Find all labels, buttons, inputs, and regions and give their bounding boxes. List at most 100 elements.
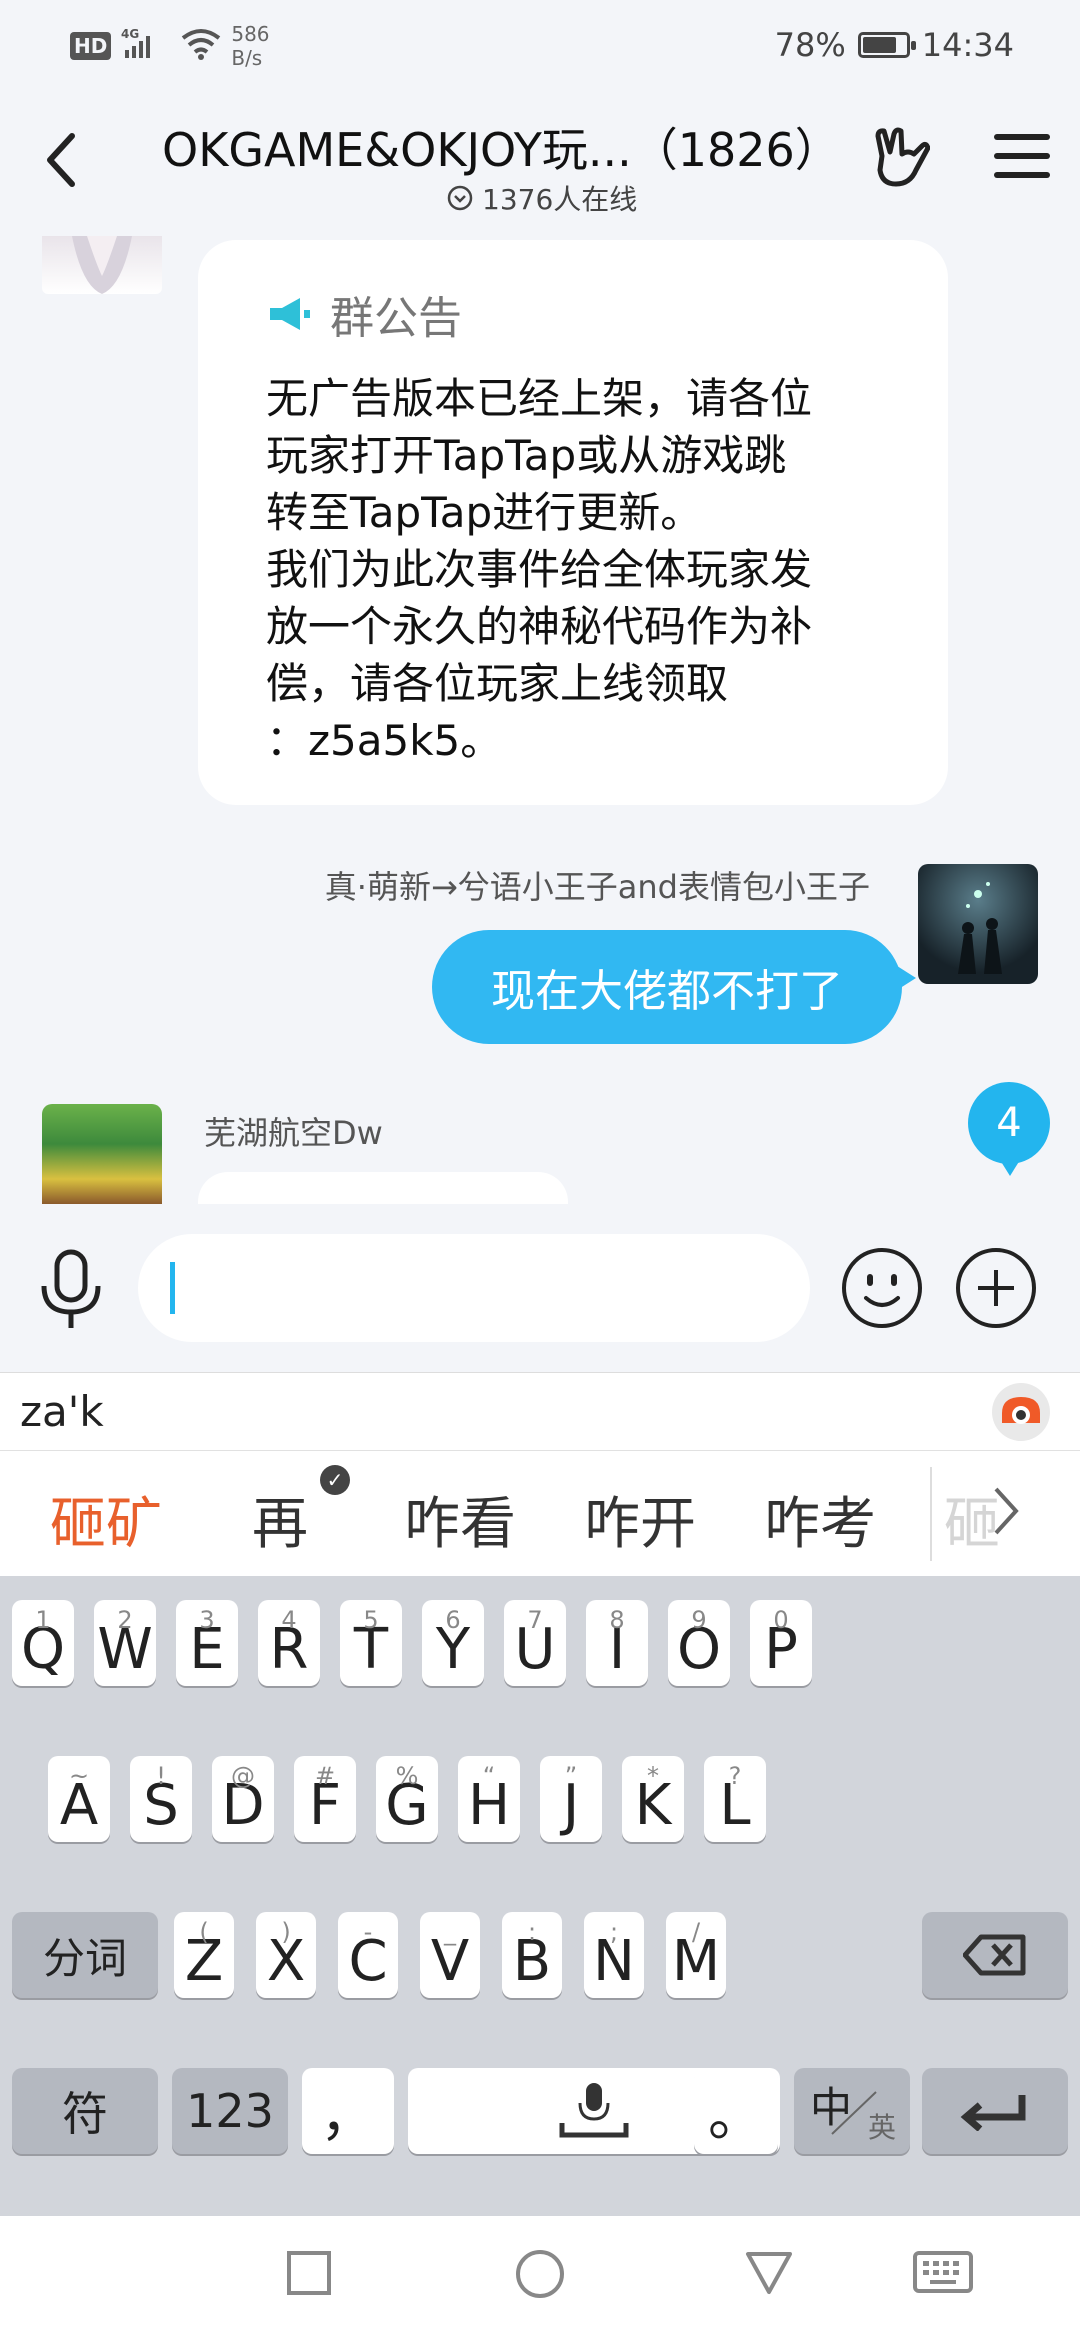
candidate-divider bbox=[930, 1467, 932, 1561]
candidate-3[interactable]: 咋看 bbox=[404, 1479, 516, 1560]
chevron-right-icon[interactable] bbox=[986, 1481, 1026, 1541]
key-t[interactable]: 5T bbox=[340, 1600, 402, 1686]
avatar[interactable] bbox=[42, 236, 162, 294]
candidate-5[interactable]: 咋考 bbox=[764, 1479, 876, 1560]
key-hint: 8 bbox=[609, 1606, 625, 1634]
language-toggle-key[interactable]: 中 英 bbox=[794, 2068, 910, 2154]
enter-key[interactable] bbox=[922, 2068, 1068, 2154]
key-hint: 1 bbox=[35, 1606, 51, 1634]
incoming-message[interactable] bbox=[198, 1172, 568, 1204]
back-arrow-icon[interactable] bbox=[40, 130, 90, 190]
megaphone-icon bbox=[270, 298, 310, 330]
key-hint: * bbox=[647, 1762, 659, 1790]
clock: 14:34 bbox=[921, 26, 1014, 64]
key-hint: ( bbox=[199, 1918, 209, 1946]
key-i[interactable]: 8I bbox=[586, 1600, 648, 1686]
key-hint: _ bbox=[444, 1918, 456, 1946]
period-key[interactable]: 。 bbox=[694, 2068, 778, 2154]
ime-logo-icon[interactable] bbox=[992, 1383, 1050, 1441]
outgoing-message[interactable]: 现在大佬都不打了 bbox=[432, 930, 916, 1044]
key-p[interactable]: 0P bbox=[750, 1600, 812, 1686]
key-hint: ; bbox=[609, 1918, 619, 1946]
key-n[interactable]: ; N bbox=[584, 1912, 644, 1998]
backspace-key[interactable] bbox=[922, 1912, 1068, 1998]
avatar[interactable] bbox=[918, 864, 1038, 984]
key-o[interactable]: 9O bbox=[668, 1600, 730, 1686]
key-r[interactable]: 4R bbox=[258, 1600, 320, 1686]
message-input[interactable] bbox=[138, 1234, 810, 1342]
comma-key[interactable]: ， bbox=[302, 2068, 394, 2154]
key-hint: 3 bbox=[199, 1606, 215, 1634]
comma-key-label: ， bbox=[320, 2083, 376, 2149]
wifi-icon bbox=[181, 28, 221, 64]
online-count[interactable]: 1376人在线 bbox=[446, 178, 637, 218]
key-hint: : bbox=[527, 1918, 537, 1946]
key-g[interactable]: % G bbox=[376, 1756, 438, 1842]
key-k[interactable]: * K bbox=[622, 1756, 684, 1842]
ime-composing-bar: za'k bbox=[0, 1372, 1080, 1450]
enter-icon bbox=[960, 2095, 1026, 2131]
status-bar: HD 4G 586 B/s 78% 14:34 bbox=[0, 0, 1080, 88]
recent-apps-icon[interactable] bbox=[286, 2250, 332, 2296]
key-e[interactable]: 3E bbox=[176, 1600, 238, 1686]
key-b[interactable]: :B bbox=[502, 1912, 562, 1998]
candidate-2[interactable]: 再 bbox=[252, 1479, 308, 1560]
key-y[interactable]: 6Y bbox=[422, 1600, 484, 1686]
key-x[interactable]: ) X bbox=[256, 1912, 316, 1998]
chat-header: OKGAME&OKJOY玩...（1826） 1376人在线 bbox=[0, 100, 1080, 220]
menu-icon[interactable] bbox=[994, 134, 1050, 184]
key-z[interactable]: (Z bbox=[174, 1912, 234, 1998]
microphone-icon bbox=[559, 2083, 629, 2138]
key-hint: ” bbox=[564, 1762, 578, 1790]
group-notice-card[interactable]: 群公告 无广告版本已经上架，请各位 玩家打开TapTap或从游戏跳 转至TapT… bbox=[198, 240, 948, 805]
key-hint: 5 bbox=[363, 1606, 379, 1634]
key-m[interactable]: / M bbox=[666, 1912, 726, 1998]
key-hint: ! bbox=[156, 1762, 166, 1790]
online-chevron-icon bbox=[447, 185, 473, 211]
keyboard-icon[interactable] bbox=[912, 2250, 974, 2294]
key-j[interactable]: ” J bbox=[540, 1756, 602, 1842]
incoming-sender-name: 芜湖航空Dw bbox=[204, 1114, 383, 1152]
key-a[interactable]: ~ A bbox=[48, 1756, 110, 1842]
battery-icon bbox=[857, 32, 916, 58]
online-text: 1376人在线 bbox=[482, 183, 638, 216]
status-right: 78% 14:34 bbox=[775, 26, 1014, 64]
key-c[interactable]: -C bbox=[338, 1912, 398, 1998]
key-h[interactable]: “H bbox=[458, 1756, 520, 1842]
plus-icon[interactable] bbox=[954, 1246, 1038, 1330]
network-type-label: 4G bbox=[121, 27, 139, 41]
outgoing-sender-name: 真·萌新→兮语小王子and表情包小王子 bbox=[324, 868, 870, 906]
candidate-bar: 砸矿 再 ✓ 咋看 咋开 咋考 砸 bbox=[0, 1450, 1080, 1576]
key-s[interactable]: ! S bbox=[130, 1756, 192, 1842]
key-hint: - bbox=[363, 1918, 373, 1946]
candidate-4[interactable]: 咋开 bbox=[584, 1479, 696, 1560]
group-title[interactable]: OKGAME&OKJOY玩...（1826） bbox=[162, 114, 841, 180]
back-triangle-icon[interactable] bbox=[744, 2250, 794, 2296]
split-key[interactable]: 分词 bbox=[12, 1912, 158, 1998]
key-hint: % bbox=[395, 1762, 419, 1790]
key-w[interactable]: 2W bbox=[94, 1600, 156, 1686]
home-icon[interactable] bbox=[514, 2248, 566, 2300]
symbol-key[interactable]: 符 bbox=[12, 2068, 158, 2154]
key-q[interactable]: 1Q bbox=[12, 1600, 74, 1686]
key-hint: @ bbox=[231, 1762, 255, 1790]
key-u[interactable]: 7U bbox=[504, 1600, 566, 1686]
candidate-1[interactable]: 砸矿 bbox=[50, 1479, 162, 1560]
smile-icon[interactable] bbox=[840, 1246, 924, 1330]
key-hint: 9 bbox=[691, 1606, 707, 1634]
key-hint: 6 bbox=[445, 1606, 461, 1634]
key-l[interactable]: ? L bbox=[704, 1756, 766, 1842]
key-v[interactable]: _ V bbox=[420, 1912, 480, 1998]
notice-body: 无广告版本已经上架，请各位 玩家打开TapTap或从游戏跳 转至TapTap进行… bbox=[266, 374, 813, 765]
key-hint: “ bbox=[482, 1762, 496, 1790]
rock-hand-icon[interactable] bbox=[866, 126, 931, 190]
avatar[interactable] bbox=[42, 1104, 162, 1204]
key-d[interactable]: @ D bbox=[212, 1756, 274, 1842]
new-message-badge[interactable]: 4 bbox=[968, 1082, 1050, 1176]
hd-icon: HD bbox=[70, 32, 112, 60]
key-hint: # bbox=[314, 1762, 336, 1790]
key-f[interactable]: # F bbox=[294, 1756, 356, 1842]
number-key[interactable]: 123 bbox=[172, 2068, 288, 2154]
composing-text: za'k bbox=[20, 1387, 104, 1436]
microphone-icon[interactable] bbox=[34, 1248, 108, 1332]
